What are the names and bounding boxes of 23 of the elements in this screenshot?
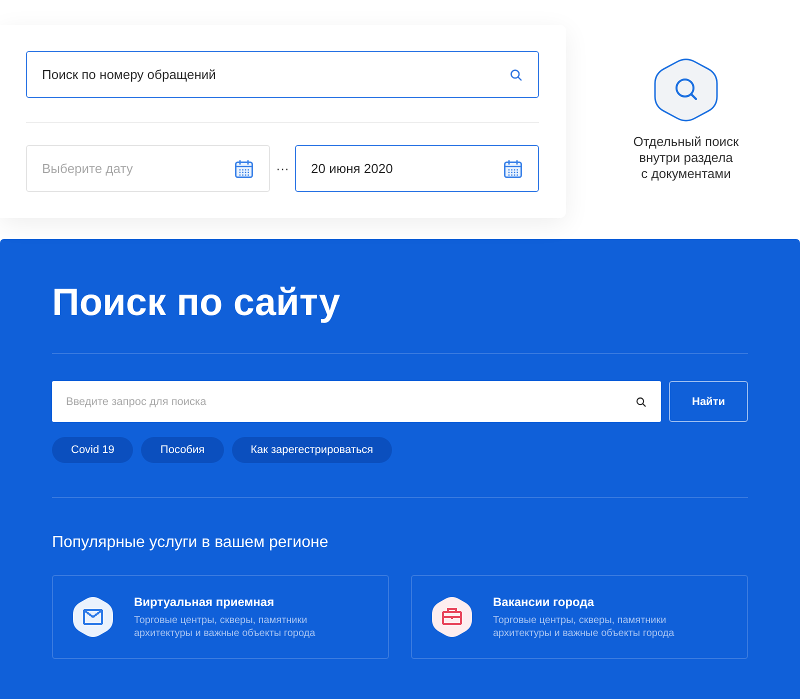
service-card[interactable]: Вакансии города Торговые центры, скверы, памятники архитектуры и важные объекты города	[411, 575, 748, 659]
service-title: Вакансии города	[493, 594, 596, 610]
search-icon	[636, 396, 646, 406]
service-title: Виртуальная приемная	[134, 594, 276, 610]
range-separator: ···	[275, 161, 290, 176]
feature-caption: Отдельный поиск внутри раздела с документами	[632, 134, 740, 182]
section-heading: Популярные услуги в вашем регионе	[52, 533, 330, 553]
date-field[interactable]: Выберите дату	[26, 145, 270, 192]
search-field[interactable]: Введите запрос для поиска	[52, 381, 661, 422]
search-field[interactable]: Поиск по номеру обращений	[26, 51, 539, 98]
service-description: Торговые центры, скверы, памятники архитектуры и важные объекты города	[134, 614, 316, 640]
find-button[interactable]: Найти	[669, 381, 748, 422]
service-card[interactable]: Виртуальная приемная Торговые центры, скверы, памятники архитектуры и важные объекты города	[52, 575, 389, 659]
service-description: Торговые центры, скверы, памятники архитектуры и важные объекты города	[493, 614, 676, 640]
search-icon	[654, 56, 718, 124]
topic-chip[interactable]: Пособия	[141, 437, 224, 463]
topic-chip[interactable]: Как зарегестрироваться	[232, 437, 392, 463]
calendar-icon[interactable]	[235, 160, 253, 178]
date-field[interactable]: 20 июня 2020	[295, 145, 539, 192]
topic-chip[interactable]: Covid 19	[52, 437, 134, 463]
calendar-icon[interactable]	[504, 160, 522, 178]
search-icon	[510, 68, 522, 80]
page-title: Поиск по сайту	[52, 281, 342, 326]
